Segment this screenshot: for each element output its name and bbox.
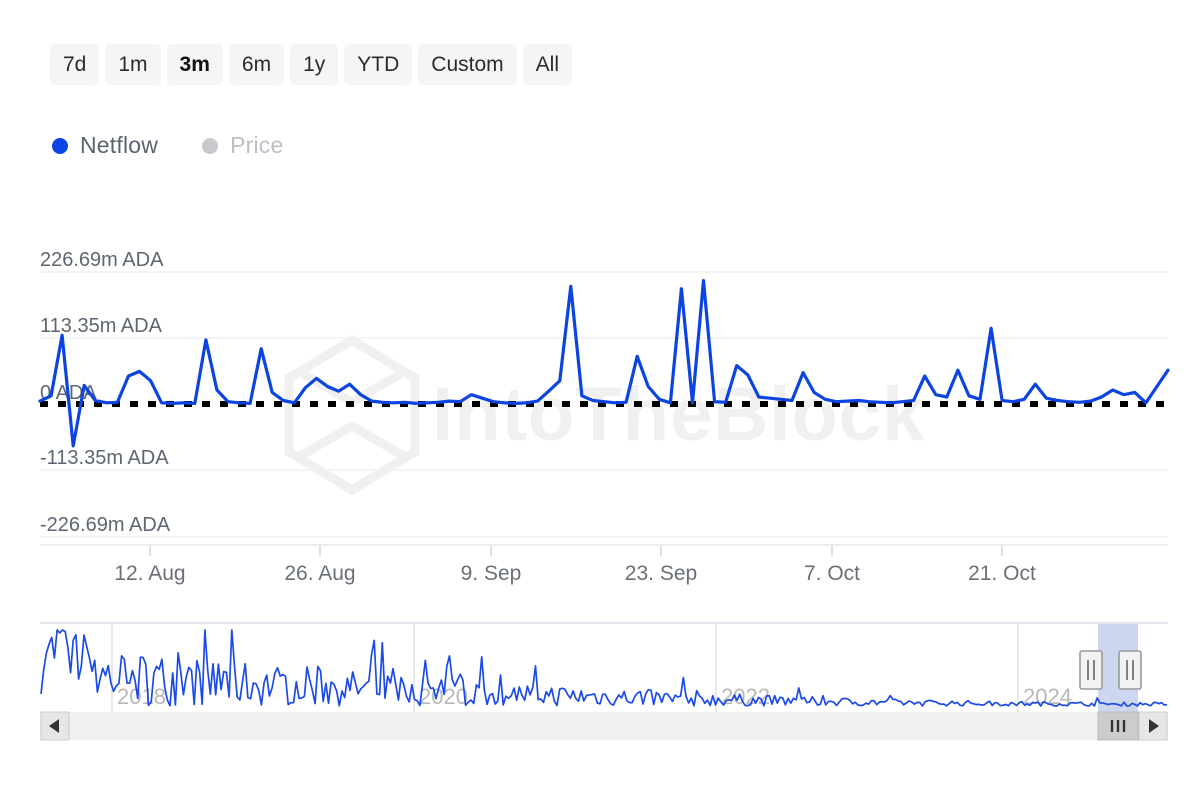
scrollbar-track[interactable]	[40, 712, 1168, 740]
range-button-7d[interactable]: 7d	[50, 44, 100, 85]
x-axis-label-5: 21. Oct	[968, 562, 1036, 585]
y-axis-label-4: -226.69m ADA	[40, 514, 171, 536]
range-button-ytd[interactable]: YTD	[344, 44, 413, 85]
netflow-chart: IntoTheBlock 226.69m ADA 113.35m ADA 0 A…	[0, 0, 1200, 800]
range-button-6m[interactable]: 6m	[228, 44, 285, 85]
navigator-year-2024: 2024	[1023, 684, 1072, 709]
legend-item-price[interactable]: Price	[202, 132, 283, 159]
navigator-handle-left[interactable]	[1079, 650, 1103, 690]
x-axis-ticks	[149, 545, 1003, 556]
scrollbar-left-button-bg[interactable]	[40, 711, 70, 741]
navigator[interactable]: 2018 2020 2022 2024	[40, 622, 1168, 712]
range-button-custom[interactable]: Custom	[418, 44, 517, 85]
y-axis-label-0: 226.69m ADA	[40, 249, 164, 271]
scrollbar-right-button-bg[interactable]	[1138, 711, 1168, 741]
legend-label-price: Price	[230, 132, 284, 158]
grip-vertical-icon	[1110, 720, 1126, 732]
navigator-year-2018: 2018	[117, 684, 166, 709]
scrollbar-thumb-bg[interactable]	[1097, 711, 1139, 741]
navigator-selection-window[interactable]	[1098, 624, 1138, 712]
navigator-scrollbar[interactable]	[40, 711, 1168, 741]
watermark-text: IntoTheBlock	[432, 372, 925, 457]
x-axis-label-4: 7. Oct	[804, 562, 860, 585]
time-range-selector[interactable]: 7d 1m 3m 6m 1y YTD Custom All	[50, 44, 572, 85]
chart-canvas: IntoTheBlock 226.69m ADA 113.35m ADA 0 A…	[38, 249, 1170, 741]
navigator-year-2020: 2020	[419, 684, 468, 709]
netflow-line-series	[38, 279, 1170, 448]
watermark-logo-icon	[284, 334, 420, 496]
x-axis-label-3: 23. Sep	[625, 562, 697, 585]
range-button-1y[interactable]: 1y	[290, 44, 339, 85]
navigator-gridlines	[111, 624, 1019, 712]
legend-dot-price	[202, 137, 219, 154]
navigator-mini-series	[40, 629, 1168, 707]
scrollbar-right-button[interactable]	[1138, 711, 1168, 741]
navigator-handle-left-body[interactable]	[1079, 650, 1103, 690]
y-axis-label-3: -113.35m ADA	[40, 447, 169, 469]
scrollbar-left-button[interactable]	[40, 711, 70, 741]
y-gridlines	[40, 271, 1168, 538]
watermark: IntoTheBlock	[284, 334, 925, 496]
navigator-handle-right-body[interactable]	[1118, 650, 1142, 690]
chart-legend: Netflow Price	[52, 132, 284, 159]
range-button-3m[interactable]: 3m	[166, 44, 223, 85]
range-button-1m[interactable]: 1m	[105, 44, 161, 85]
legend-label-netflow: Netflow	[80, 132, 159, 158]
triangle-left-icon	[49, 719, 59, 733]
legend-item-netflow[interactable]: Netflow	[52, 132, 158, 159]
scrollbar-thumb[interactable]	[1097, 711, 1139, 741]
y-axis-label-2: 0 ADA	[40, 382, 97, 404]
x-axis-label-0: 12. Aug	[114, 562, 185, 585]
range-button-all[interactable]: All	[522, 44, 572, 85]
navigator-year-2022: 2022	[721, 684, 770, 709]
triangle-right-icon	[1149, 719, 1159, 733]
navigator-handle-right[interactable]	[1118, 650, 1142, 690]
legend-dot-netflow	[52, 137, 68, 154]
x-axis-label-1: 26. Aug	[284, 562, 355, 585]
x-axis-label-2: 9. Sep	[461, 562, 522, 585]
y-axis-label-1: 113.35m ADA	[40, 315, 163, 337]
